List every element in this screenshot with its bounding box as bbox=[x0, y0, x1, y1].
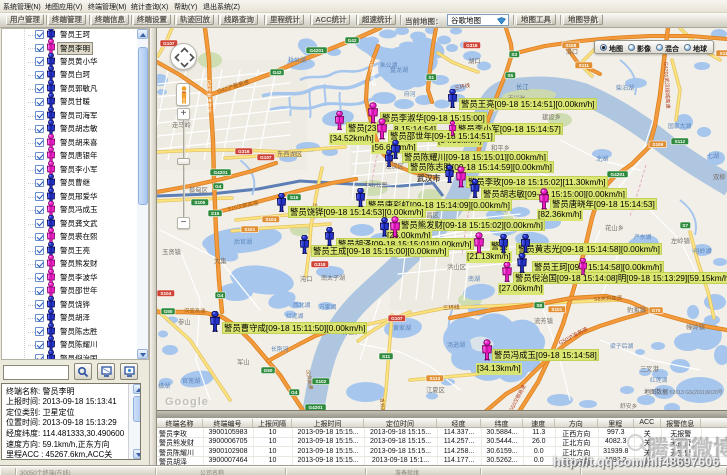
svg-text:G42: G42 bbox=[348, 38, 357, 43]
svg-text:万家湖: 万家湖 bbox=[319, 303, 337, 311]
svg-text:梁子后湖: 梁子后湖 bbox=[610, 342, 633, 350]
svg-text:西北湖: 西北湖 bbox=[293, 301, 311, 309]
svg-text:S8: S8 bbox=[536, 303, 542, 308]
svg-text:沌口: 沌口 bbox=[300, 274, 313, 283]
svg-text:S3: S3 bbox=[511, 52, 517, 57]
svg-text:洪山区: 洪山区 bbox=[447, 262, 466, 271]
svg-text:S105: S105 bbox=[194, 200, 205, 205]
svg-text:后官湖: 后官湖 bbox=[234, 238, 252, 246]
svg-text:柴泊湖: 柴泊湖 bbox=[616, 84, 634, 92]
svg-text:S108: S108 bbox=[565, 43, 576, 48]
svg-text:舒安乡: 舒安乡 bbox=[620, 402, 638, 410]
svg-text:G50: G50 bbox=[264, 368, 273, 373]
svg-text:黄家湖: 黄家湖 bbox=[393, 324, 411, 332]
svg-text:S109: S109 bbox=[652, 142, 663, 147]
svg-text:豹澥镇: 豹澥镇 bbox=[627, 305, 647, 314]
svg-text:建设乡: 建设乡 bbox=[542, 112, 561, 121]
svg-text:G316: G316 bbox=[238, 149, 250, 154]
svg-text:蔡甸区: 蔡甸区 bbox=[189, 185, 208, 194]
svg-text:S111: S111 bbox=[720, 51, 727, 56]
svg-text:玉贤镇: 玉贤镇 bbox=[162, 247, 182, 256]
svg-text:中山公园: 中山公园 bbox=[364, 181, 387, 189]
svg-text:S104: S104 bbox=[265, 217, 276, 222]
svg-text:G4: G4 bbox=[217, 293, 224, 298]
svg-text:S113: S113 bbox=[429, 376, 440, 381]
svg-text:S5: S5 bbox=[507, 73, 513, 78]
svg-text:双柳: 双柳 bbox=[713, 172, 726, 181]
svg-text:G50: G50 bbox=[164, 309, 173, 314]
svg-text:官莲湖: 官莲湖 bbox=[182, 377, 200, 385]
svg-text:参山: 参山 bbox=[178, 317, 191, 326]
svg-text:烂泥湖: 烂泥湖 bbox=[286, 312, 304, 320]
svg-text:横湖: 横湖 bbox=[158, 382, 170, 390]
svg-text:S7: S7 bbox=[682, 223, 688, 228]
svg-text:朱公湖: 朱公湖 bbox=[380, 61, 398, 69]
svg-text:G42: G42 bbox=[273, 70, 282, 75]
svg-text:国家大湖: 国家大湖 bbox=[668, 122, 691, 130]
svg-text:G318: G318 bbox=[314, 262, 326, 267]
svg-text:长江: 长江 bbox=[516, 82, 529, 91]
svg-text:S101: S101 bbox=[244, 227, 255, 232]
svg-text:杜公湖: 杜公湖 bbox=[288, 56, 306, 64]
svg-text:武汉市: 武汉市 bbox=[417, 173, 441, 183]
svg-text:大集: 大集 bbox=[214, 256, 227, 265]
svg-text:S101: S101 bbox=[551, 307, 562, 312]
svg-text:咀岭湖: 咀岭湖 bbox=[694, 247, 712, 255]
svg-text:S112: S112 bbox=[674, 139, 685, 144]
svg-text:南太子湖: 南太子湖 bbox=[321, 274, 345, 282]
svg-text:滠口: 滠口 bbox=[566, 48, 578, 56]
svg-text:S111: S111 bbox=[579, 63, 590, 68]
svg-text:G107: G107 bbox=[260, 155, 272, 160]
svg-text:®2013 GS(2011)6020号: ®2013 GS(2011)6020号 bbox=[669, 389, 723, 396]
svg-text:S1: S1 bbox=[428, 75, 434, 80]
svg-text:S104: S104 bbox=[160, 291, 171, 296]
svg-text:幢岭镇: 幢岭镇 bbox=[686, 322, 706, 331]
svg-text:地图数据: 地图数据 bbox=[644, 388, 668, 396]
svg-text:G107: G107 bbox=[391, 316, 403, 321]
svg-text:南湖: 南湖 bbox=[468, 275, 480, 283]
svg-text:湖口: 湖口 bbox=[468, 56, 481, 65]
svg-text:汤逊湖: 汤逊湖 bbox=[447, 341, 465, 349]
svg-text:S15: S15 bbox=[290, 195, 299, 200]
svg-text:G4京港澳高速: G4京港澳高速 bbox=[205, 80, 213, 113]
svg-text:G4201: G4201 bbox=[611, 172, 625, 177]
svg-text:严东湖: 严东湖 bbox=[634, 233, 652, 241]
svg-text:左岭镇: 左岭镇 bbox=[671, 236, 691, 245]
svg-text:G318: G318 bbox=[466, 43, 478, 48]
svg-text:G4: G4 bbox=[291, 390, 298, 395]
svg-text:走马岭: 走马岭 bbox=[172, 120, 192, 129]
svg-text:七湖: 七湖 bbox=[707, 152, 719, 160]
svg-text:S102: S102 bbox=[315, 379, 326, 384]
svg-text:江夏区: 江夏区 bbox=[426, 386, 445, 394]
svg-text:红莲湖: 红莲湖 bbox=[650, 376, 668, 384]
svg-text:S11: S11 bbox=[382, 354, 390, 359]
svg-text:G70: G70 bbox=[652, 308, 661, 313]
svg-text:S15: S15 bbox=[211, 211, 220, 216]
svg-text:三叉港: 三叉港 bbox=[640, 364, 660, 373]
svg-text:G4201: G4201 bbox=[214, 170, 228, 175]
svg-text:军山: 军山 bbox=[237, 357, 250, 366]
svg-text:花山乡: 花山乡 bbox=[605, 223, 624, 232]
svg-text:流芳镇: 流芳镇 bbox=[534, 316, 554, 325]
svg-text:长荆河: 长荆河 bbox=[271, 345, 289, 353]
svg-text:北湖: 北湖 bbox=[596, 155, 608, 163]
svg-text:G4: G4 bbox=[215, 184, 222, 189]
svg-text:G4201: G4201 bbox=[310, 48, 324, 53]
svg-text:东西湖区: 东西湖区 bbox=[277, 149, 302, 158]
svg-text:府河: 府河 bbox=[404, 90, 416, 98]
